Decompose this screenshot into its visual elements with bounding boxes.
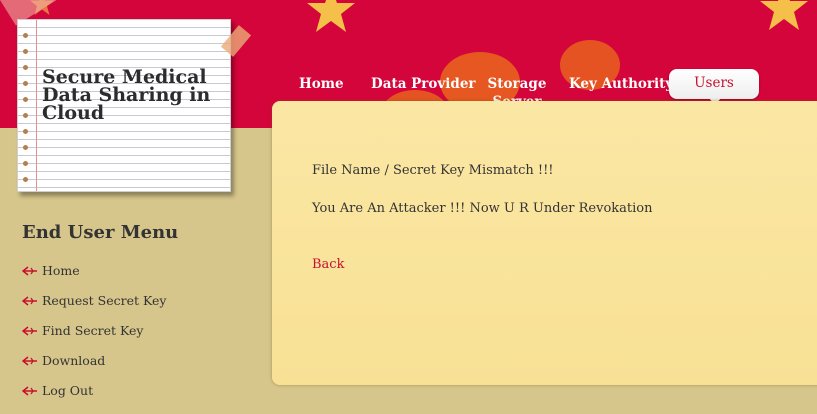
sidebar-item-label: Request Secret Key <box>42 293 167 308</box>
arrow-icon <box>22 355 37 366</box>
nav-data-provider[interactable]: Data Provider <box>371 75 476 93</box>
back-link[interactable]: Back <box>312 257 344 272</box>
nav-users[interactable]: Users <box>669 75 759 91</box>
notepad-hole <box>23 161 28 166</box>
notepad-hole <box>23 81 28 86</box>
notepad-hole <box>23 65 28 70</box>
sidebar-item-request-secret-key[interactable]: Request Secret Key <box>22 293 166 308</box>
star-icon <box>307 0 355 32</box>
sidebar-item-home[interactable]: Home <box>22 263 80 278</box>
site-title: Secure Medical Data Sharing in Cloud <box>42 66 211 124</box>
arrow-icon <box>22 385 37 396</box>
error-message-revocation: You Are An Attacker !!! Now U R Under Re… <box>312 201 653 216</box>
sidebar-item-label: Find Secret Key <box>42 323 144 338</box>
notepad-hole <box>23 97 28 102</box>
notepad-hole <box>23 145 28 150</box>
sidebar-item-download[interactable]: Download <box>22 353 105 368</box>
notepad-hole <box>23 33 28 38</box>
star-icon <box>760 0 808 30</box>
content-panel <box>272 101 817 385</box>
arrow-icon <box>22 265 37 276</box>
sidebar-item-label: Log Out <box>42 383 94 398</box>
notepad-hole <box>23 177 28 182</box>
notepad-hole <box>23 113 28 118</box>
sidebar-title: End User Menu <box>22 222 179 243</box>
sidebar-item-find-secret-key[interactable]: Find Secret Key <box>22 323 144 338</box>
notepad-hole <box>23 49 28 54</box>
notepad-margin-line <box>36 20 37 191</box>
error-message-mismatch: File Name / Secret Key Mismatch !!! <box>312 163 554 178</box>
sidebar-item-label: Home <box>42 263 80 278</box>
arrow-icon <box>22 325 37 336</box>
sidebar-item-log-out[interactable]: Log Out <box>22 383 93 398</box>
sidebar-item-label: Download <box>42 353 106 368</box>
arrow-icon <box>22 295 37 306</box>
nav-home[interactable]: Home <box>299 75 344 93</box>
nav-key-authority[interactable]: Key Authority <box>569 75 673 93</box>
notepad-hole <box>23 129 28 134</box>
